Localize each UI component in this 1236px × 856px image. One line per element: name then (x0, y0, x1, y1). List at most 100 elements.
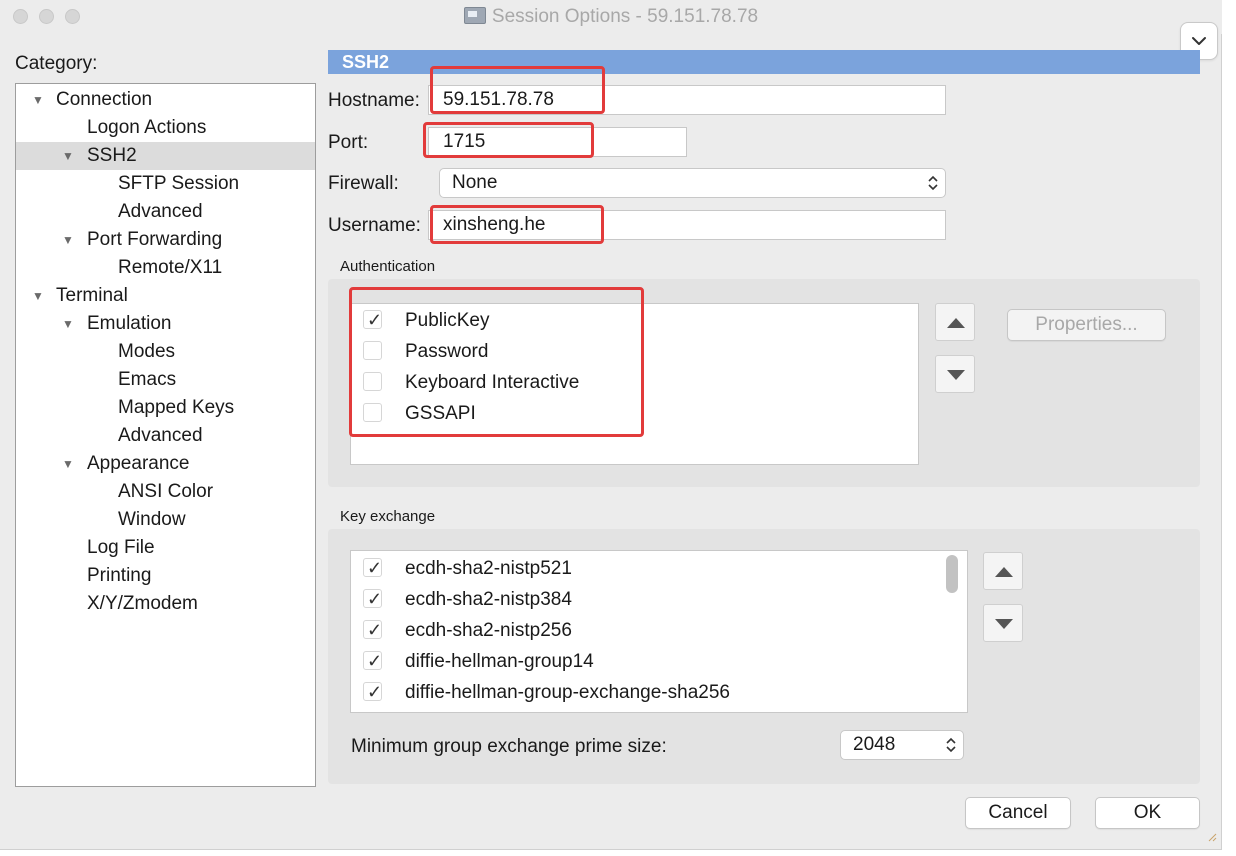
tree-item-label: Advanced (118, 425, 203, 446)
auth-method-checkbox[interactable] (363, 403, 382, 422)
auth-method-row[interactable]: Keyboard Interactive (351, 367, 918, 398)
tree-item[interactable]: ▼ Appearance (16, 450, 315, 478)
kex-move-down-button[interactable] (983, 604, 1023, 642)
tree-item[interactable]: Advanced (16, 422, 315, 450)
tree-item[interactable]: ▼ Connection (16, 86, 315, 114)
tree-item-label: Connection (56, 89, 153, 110)
tree-item[interactable]: Logon Actions (16, 114, 315, 142)
cancel-button[interactable]: Cancel (965, 797, 1071, 829)
up-down-chevron-icon (928, 175, 938, 191)
triangle-up-icon (947, 318, 965, 328)
auth-method-label: Password (405, 341, 489, 362)
kex-algorithm-label: diffie-hellman-group14 (405, 651, 594, 672)
tree-item-label: Window (118, 509, 186, 530)
kex-algorithm-row[interactable]: ✓ ecdh-sha2-nistp521 (351, 553, 967, 584)
firewall-select-value: None (452, 172, 498, 193)
kex-algorithm-label: ecdh-sha2-nistp256 (405, 620, 572, 641)
tree-item-label: Log File (87, 537, 155, 558)
properties-button[interactable]: Properties... (1007, 309, 1166, 341)
min-prime-value: 2048 (853, 734, 896, 755)
kex-algorithm-checkbox[interactable]: ✓ (363, 589, 382, 609)
auth-method-label: PublicKey (405, 310, 490, 331)
tree-item-label: ANSI Color (118, 481, 214, 502)
ok-button[interactable]: OK (1095, 797, 1200, 829)
auth-method-row[interactable]: GSSAPI (351, 398, 918, 429)
disclosure-triangle-icon[interactable]: ▼ (32, 282, 44, 310)
tree-item-label: Port Forwarding (87, 229, 223, 250)
tree-item[interactable]: Log File (16, 534, 315, 562)
tree-item-label: Mapped Keys (118, 397, 235, 418)
auth-method-row[interactable]: Password (351, 336, 918, 367)
tree-item-label: SFTP Session (118, 173, 240, 194)
checkmark-icon: ✓ (367, 558, 383, 578)
port-label: Port: (328, 132, 369, 153)
authentication-methods-list[interactable]: ✓ PublicKey Password Keyboard Interactive GS… (350, 303, 919, 465)
tree-item[interactable]: Advanced (16, 198, 315, 226)
kex-move-up-button[interactable] (983, 552, 1023, 590)
resize-grip-icon[interactable] (1207, 832, 1217, 842)
up-down-chevron-icon (946, 737, 956, 753)
tree-item[interactable]: Printing (16, 562, 315, 590)
auth-method-row[interactable]: ✓ PublicKey (351, 305, 918, 336)
kex-algorithm-row[interactable]: ✓ diffie-hellman-group14 (351, 646, 967, 677)
title-bar: Session Options - 59.151.78.78 (0, 0, 1222, 34)
username-label: Username: (328, 215, 421, 236)
tree-item-label: X/Y/Zmodem (87, 593, 198, 614)
tree-item[interactable]: Modes (16, 338, 315, 366)
kex-algorithm-checkbox[interactable]: ✓ (363, 558, 382, 578)
tree-item-label: Printing (87, 565, 152, 586)
key-exchange-list[interactable]: ✓ ecdh-sha2-nistp521 ✓ ecdh-sha2-nistp384 ✓ e… (350, 550, 968, 713)
tree-item[interactable]: Window (16, 506, 315, 534)
auth-method-checkbox[interactable] (363, 372, 382, 391)
auth-move-up-button[interactable] (935, 303, 975, 341)
chevron-down-icon (1192, 37, 1206, 45)
tree-item[interactable]: Mapped Keys (16, 394, 315, 422)
tree-item[interactable]: ▼ Port Forwarding (16, 226, 315, 254)
auth-method-checkbox[interactable]: ✓ (363, 310, 382, 330)
kex-algorithm-label: diffie-hellman-group-exchange-sha256 (405, 682, 730, 703)
disclosure-triangle-icon[interactable]: ▼ (32, 86, 44, 114)
triangle-down-icon (995, 619, 1013, 629)
min-prime-label: Minimum group exchange prime size: (351, 736, 667, 757)
tree-item[interactable]: X/Y/Zmodem (16, 590, 315, 618)
port-input[interactable]: 1715 (428, 127, 687, 157)
disclosure-triangle-icon[interactable]: ▼ (62, 450, 74, 478)
tree-item[interactable]: ANSI Color (16, 478, 315, 506)
kex-algorithm-checkbox[interactable]: ✓ (363, 651, 382, 671)
tree-item-label: Terminal (56, 285, 128, 306)
kex-algorithm-checkbox[interactable]: ✓ (363, 620, 382, 640)
checkmark-icon: ✓ (367, 651, 383, 671)
tree-item[interactable]: ▼ SSH2 (16, 142, 315, 170)
kex-algorithm-row[interactable]: ✓ ecdh-sha2-nistp384 (351, 584, 967, 615)
session-options-window: Session Options - 59.151.78.78 Category:… (0, 0, 1222, 850)
tree-item[interactable]: ▼ Terminal (16, 282, 315, 310)
tree-item-label: Remote/X11 (118, 257, 223, 278)
tree-item-label: Modes (118, 341, 176, 362)
tree-item[interactable]: ▼ Emulation (16, 310, 315, 338)
kex-algorithm-checkbox[interactable]: ✓ (363, 682, 382, 702)
window-title-container: Session Options - 59.151.78.78 (0, 6, 1222, 28)
kex-algorithm-label: ecdh-sha2-nistp384 (405, 589, 572, 610)
kex-algorithm-row[interactable]: ✓ ecdh-sha2-nistp256 (351, 615, 967, 646)
tree-item[interactable]: Remote/X11 (16, 254, 315, 282)
checkmark-icon: ✓ (367, 682, 383, 702)
hostname-input[interactable]: 59.151.78.78 (428, 85, 946, 115)
category-tree[interactable]: ▼ Connection Logon Actions ▼ SSH2 SFTP Sessio… (15, 83, 316, 787)
kex-algorithm-row[interactable]: ✓ diffie-hellman-group-exchange-sha256 (351, 677, 967, 708)
disclosure-triangle-icon[interactable]: ▼ (62, 142, 74, 170)
tree-item[interactable]: Emacs (16, 366, 315, 394)
auth-method-label: GSSAPI (405, 403, 476, 424)
tree-item-label: Emulation (87, 313, 172, 334)
auth-method-checkbox[interactable] (363, 341, 382, 360)
tree-item-label: Emacs (118, 369, 177, 390)
tree-item[interactable]: SFTP Session (16, 170, 315, 198)
checkmark-icon: ✓ (367, 310, 383, 330)
tree-item-label: Advanced (118, 201, 203, 222)
firewall-select[interactable]: None (439, 168, 946, 198)
username-input[interactable]: xinsheng.he (428, 210, 946, 240)
min-prime-stepper[interactable]: 2048 (840, 730, 964, 760)
triangle-up-icon (995, 567, 1013, 577)
auth-move-down-button[interactable] (935, 355, 975, 393)
disclosure-triangle-icon[interactable]: ▼ (62, 226, 74, 254)
disclosure-triangle-icon[interactable]: ▼ (62, 310, 74, 338)
